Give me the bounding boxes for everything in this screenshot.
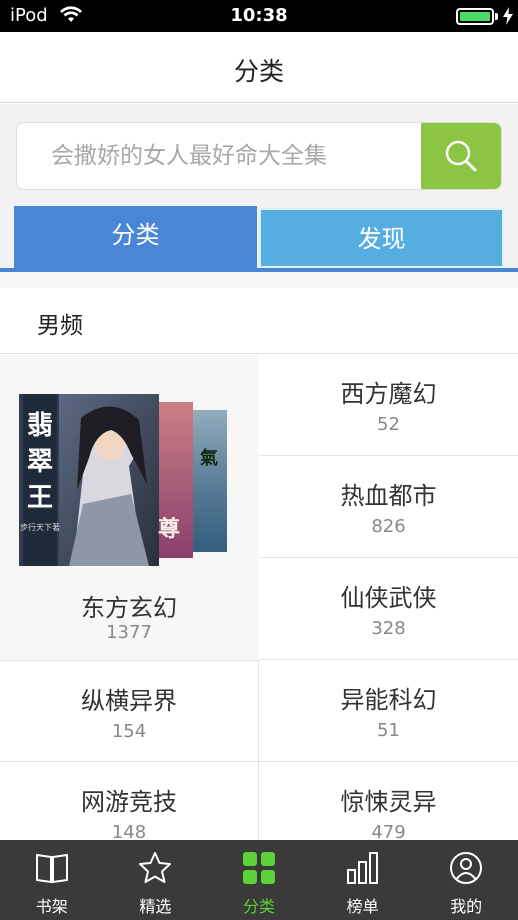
category-item[interactable]: 热血都市 826 <box>259 456 518 558</box>
book-covers-image: 翡 翠 王 步行天下著 尊 氣 <box>19 394 227 566</box>
category-name: 西方魔幻 <box>340 380 437 408</box>
category-name: 热血都市 <box>340 482 437 510</box>
search-input[interactable] <box>17 123 421 189</box>
category-item[interactable]: 纵横异界 154 <box>0 660 259 762</box>
category-name: 纵横异界 <box>81 687 177 715</box>
tab-label: 分类 <box>242 897 275 916</box>
svg-text:步行天下著: 步行天下著 <box>20 522 60 532</box>
battery-icon <box>456 8 494 25</box>
category-item[interactable]: 西方魔幻 52 <box>259 354 518 456</box>
tab-category[interactable]: 分类 <box>14 206 257 270</box>
category-grid: 翡 翠 王 步行天下著 尊 氣 东方玄幻 1377 西方魔幻 52 热血都市 8… <box>0 354 518 864</box>
category-item[interactable]: 异能科幻 51 <box>259 660 518 762</box>
category-count: 51 <box>377 720 400 741</box>
featured-category[interactable]: 翡 翠 王 步行天下著 尊 氣 东方玄幻 1377 <box>0 354 258 660</box>
tab-label: 精选 <box>139 897 172 916</box>
section-title: 男频 <box>37 313 83 339</box>
segment-tabs: 分类 发现 <box>0 204 518 272</box>
book-icon <box>35 853 68 884</box>
svg-text:氣: 氣 <box>200 447 218 469</box>
search-button[interactable] <box>421 123 501 189</box>
tab-bookshelf[interactable]: 书架 <box>0 840 104 920</box>
tab-label: 书架 <box>35 897 68 916</box>
featured-category-name: 东方玄幻 <box>81 594 177 622</box>
category-count: 52 <box>377 414 400 435</box>
category-name: 异能科幻 <box>340 686 437 714</box>
clock: 10:38 <box>230 5 288 26</box>
battery-tip <box>495 13 498 20</box>
search-area <box>0 104 518 204</box>
tab-featured[interactable]: 精选 <box>104 840 208 920</box>
search-box <box>16 122 502 190</box>
category-name: 惊悚灵异 <box>340 788 437 816</box>
app-screen: iPod 10:38 分类 分类 发现 <box>0 0 518 920</box>
category-item[interactable]: 仙侠武侠 328 <box>259 558 518 660</box>
bar-chart-icon <box>346 852 378 884</box>
svg-text:王: 王 <box>27 483 53 513</box>
bottom-tab-bar: 书架 精选 分类 榜单 我的 <box>0 840 518 920</box>
tab-label: 榜单 <box>346 897 379 916</box>
category-name: 网游竞技 <box>81 788 177 816</box>
category-count: 826 <box>371 516 406 537</box>
user-icon <box>450 852 483 884</box>
charging-icon <box>503 7 513 25</box>
svg-text:翡: 翡 <box>27 411 53 441</box>
svg-text:尊: 尊 <box>158 516 180 542</box>
tab-profile[interactable]: 我的 <box>414 840 518 920</box>
category-count: 328 <box>371 618 406 639</box>
page-title: 分类 <box>233 57 284 86</box>
tab-category-nav[interactable]: 分类 <box>207 840 311 920</box>
category-name: 仙侠武侠 <box>340 584 437 612</box>
status-bar: iPod 10:38 <box>0 0 518 32</box>
category-count: 154 <box>111 721 147 742</box>
divider <box>0 272 518 288</box>
section-header: 男频 <box>0 288 518 354</box>
featured-category-count: 1377 <box>106 622 152 643</box>
svg-text:翠: 翠 <box>27 447 53 477</box>
nav-bar: 分类 <box>0 32 518 103</box>
search-icon <box>445 140 477 172</box>
star-icon <box>139 852 172 883</box>
tab-discover[interactable]: 发现 <box>259 208 504 268</box>
tab-label: 我的 <box>450 897 483 916</box>
tab-rankings[interactable]: 榜单 <box>311 840 415 920</box>
grid-icon <box>242 852 275 884</box>
